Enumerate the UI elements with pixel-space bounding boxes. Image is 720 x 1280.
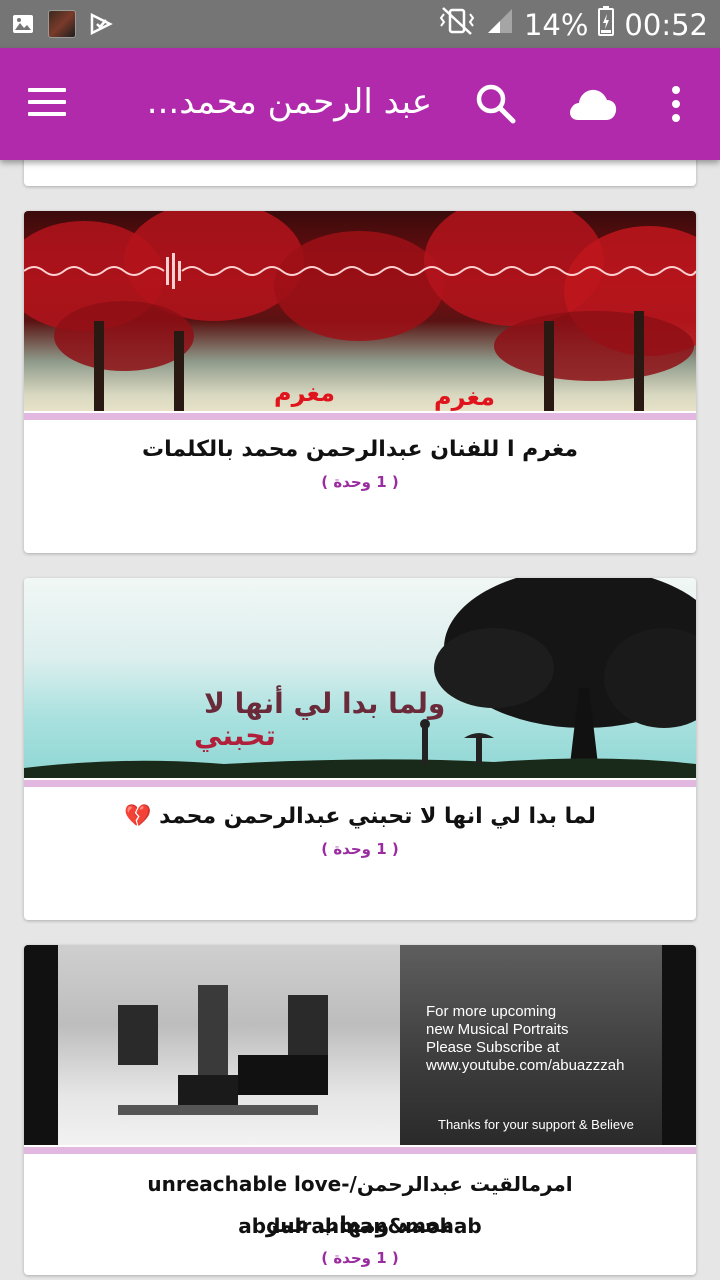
hamburger-icon[interactable] <box>28 86 68 118</box>
more-vert-icon[interactable] <box>664 84 688 124</box>
accent-bar <box>24 1147 696 1154</box>
thumbnail-footer: Thanks for your support & Believe <box>438 1117 634 1132</box>
thumbnail-line: For more upcoming <box>426 1003 557 1020</box>
cloud-icon[interactable] <box>566 82 618 126</box>
list-item[interactable]: ولما بدا لي أنها لا تحبني لما بدا لي انه… <box>24 578 696 920</box>
video-thumbnail: For more upcoming new Musical Portraits … <box>24 945 696 1145</box>
app-bar: عبد الرحمن محمد... <box>0 48 720 160</box>
thumbnail-line: www.youtube.com/abuazzzah <box>426 1057 625 1074</box>
signal-icon <box>486 7 514 42</box>
page-title: عبد الرحمن محمد... <box>146 82 432 122</box>
list-item[interactable]: مغرم مغرم مغرم ا للفنان عبدالرحمن محمد ب… <box>24 211 696 553</box>
status-bar: 14% 00:52 <box>0 0 720 48</box>
battery-icon <box>598 6 615 43</box>
video-thumbnail: مغرم مغرم <box>24 211 696 411</box>
video-title: مغرم ا للفنان عبدالرحمن محمد بالكلمات <box>142 437 578 462</box>
app-notification-icon <box>48 10 76 38</box>
thumbnail-text: تحبني <box>194 719 276 752</box>
video-title: لما بدا لي انها لا تحبني عبدالرحمن محمد … <box>124 804 596 829</box>
thumbnail-text: ولما بدا لي أنها لا <box>204 687 446 720</box>
vibrate-mute-icon <box>438 6 476 43</box>
thumbnail-text: مغرم <box>274 379 335 407</box>
battery-percent: 14% <box>523 7 589 42</box>
list-item[interactable]: For more upcoming new Musical Portraits … <box>24 945 696 1275</box>
accent-bar <box>24 413 696 420</box>
accent-bar <box>24 780 696 787</box>
video-count: ( 1 وحدة ) <box>321 840 399 858</box>
thumbnail-line: Please Subscribe at <box>426 1039 560 1056</box>
image-notification-icon <box>10 11 36 37</box>
video-thumbnail: ولما بدا لي أنها لا تحبني <box>24 578 696 778</box>
thumbnail-text: مغرم <box>434 383 495 411</box>
search-icon[interactable] <box>474 82 518 126</box>
video-count: ( 1 وحدة ) <box>321 473 399 491</box>
waveform-icon <box>24 253 696 289</box>
clock: 00:52 <box>624 7 708 42</box>
download-done-icon <box>88 11 114 37</box>
video-count: ( 1 وحدة ) <box>321 1249 399 1267</box>
video-title-line2: محمد ومهاب عمر <box>266 1213 454 1238</box>
thumbnail-text: For more upcoming new Musical Portraits … <box>426 1003 624 1075</box>
thumbnail-line: new Musical Portraits <box>426 1021 569 1038</box>
